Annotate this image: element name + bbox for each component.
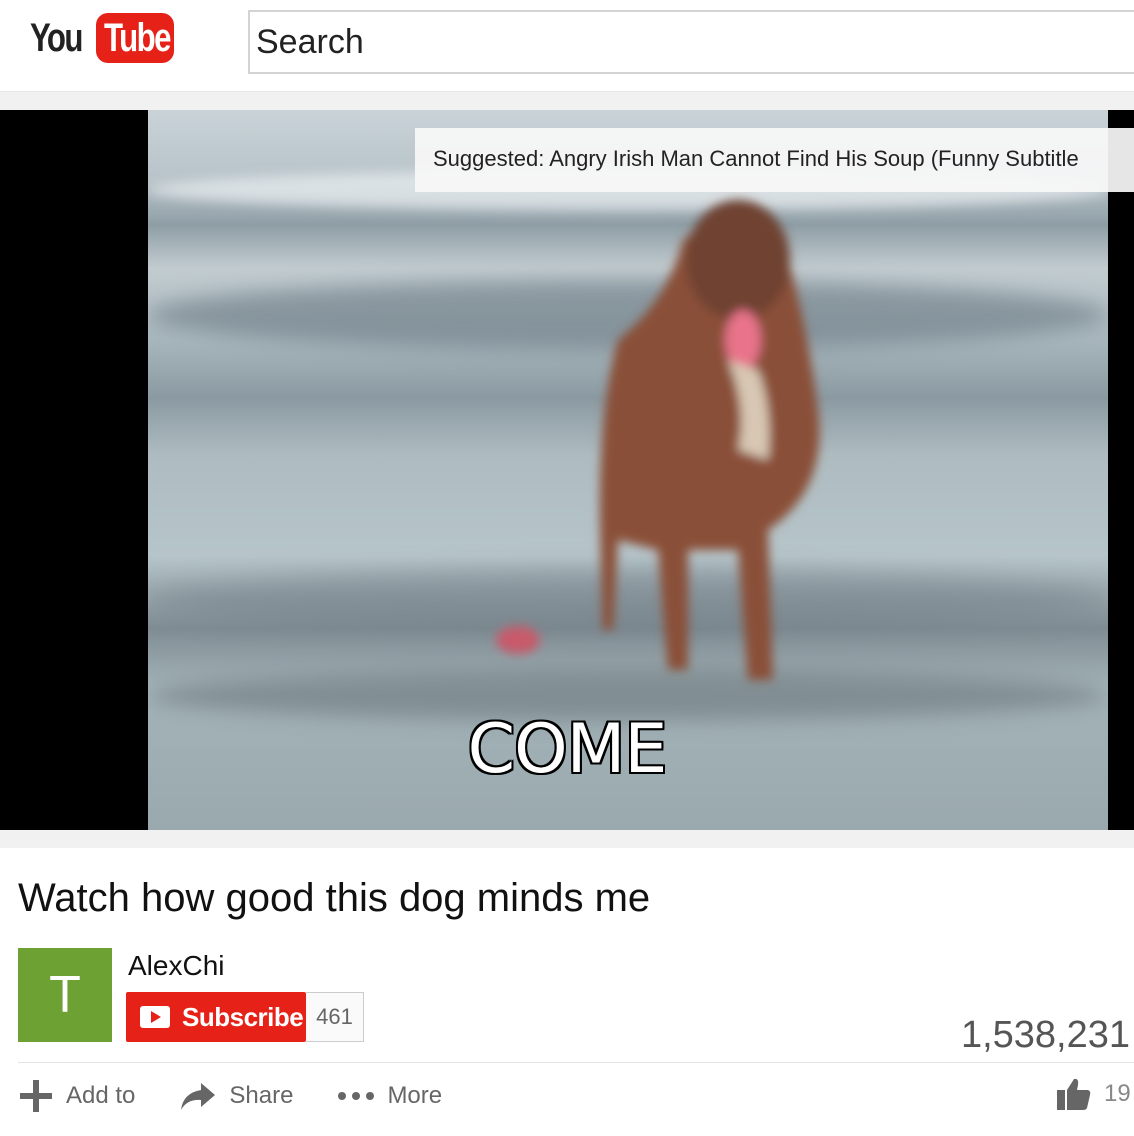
thumbs-up-icon bbox=[1057, 1078, 1091, 1110]
add-to-label: Add to bbox=[66, 1082, 136, 1109]
suggested-video-card[interactable]: Suggested: Angry Irish Man Cannot Find H… bbox=[415, 128, 1134, 192]
share-arrow-icon bbox=[181, 1083, 216, 1110]
search-box bbox=[248, 10, 1134, 74]
more-button[interactable]: More bbox=[337, 1082, 442, 1110]
channel-avatar[interactable]: T bbox=[18, 948, 112, 1042]
youtube-logo[interactable]: You Tube bbox=[30, 12, 174, 64]
subscriber-count: 461 bbox=[306, 992, 364, 1042]
logo-tube-badge: Tube bbox=[96, 13, 174, 63]
video-caption: COME bbox=[467, 710, 668, 789]
subscribe-button[interactable]: Subscribe bbox=[126, 992, 306, 1042]
avatar-letter: T bbox=[49, 966, 81, 1024]
subscribe-label: Subscribe bbox=[182, 1001, 304, 1032]
channel-name-link[interactable]: AlexChi bbox=[128, 950, 224, 982]
plus-icon bbox=[20, 1080, 52, 1112]
action-bar: Add to Share More bbox=[18, 1072, 486, 1120]
view-count: 1,538,231 bbox=[960, 1014, 1130, 1056]
search-input[interactable] bbox=[250, 12, 1134, 72]
logo-you-text: You bbox=[30, 15, 83, 60]
share-label: Share bbox=[229, 1082, 294, 1109]
divider bbox=[18, 1062, 1134, 1063]
more-label: More bbox=[387, 1082, 443, 1109]
suggested-video-title: Suggested: Angry Irish Man Cannot Find H… bbox=[433, 146, 1079, 171]
play-icon bbox=[140, 1006, 170, 1028]
like-count: 19 bbox=[1104, 1080, 1131, 1107]
add-to-button[interactable]: Add to bbox=[18, 1078, 135, 1114]
video-player[interactable]: Suggested: Angry Irish Man Cannot Find H… bbox=[0, 110, 1134, 830]
logo-tube-text: Tube bbox=[104, 16, 172, 60]
more-dots-icon bbox=[338, 1092, 375, 1100]
spacer-top bbox=[0, 92, 1134, 110]
spacer-bottom bbox=[0, 830, 1134, 848]
like-button[interactable]: 19 bbox=[1056, 1076, 1131, 1112]
video-title: Watch how good this dog minds me bbox=[18, 876, 651, 920]
masthead: You Tube bbox=[0, 0, 1134, 92]
share-button[interactable]: Share bbox=[179, 1081, 293, 1111]
